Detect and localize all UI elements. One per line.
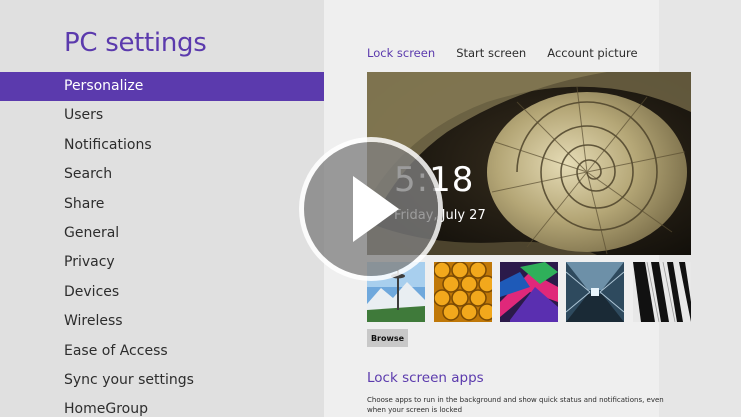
browse-button[interactable]: Browse xyxy=(367,329,408,347)
nav-item-general[interactable]: General xyxy=(0,219,324,248)
tab-account-picture[interactable]: Account picture xyxy=(547,46,637,60)
tab-start-screen[interactable]: Start screen xyxy=(456,46,526,60)
tab-bar: Lock screen Start screen Account picture xyxy=(367,42,654,61)
thumbnail-light-tunnel[interactable] xyxy=(566,262,624,322)
app-title: PC settings xyxy=(64,28,207,58)
nav-item-notifications[interactable]: Notifications xyxy=(0,131,324,160)
nav-item-share[interactable]: Share xyxy=(0,190,324,219)
tab-lock-screen[interactable]: Lock screen xyxy=(367,46,435,60)
play-icon xyxy=(353,176,399,242)
thumbnail-honeycomb[interactable] xyxy=(434,262,492,322)
thumbnail-color-ribbons[interactable] xyxy=(500,262,558,322)
nav-list: Personalize Users Notifications Search S… xyxy=(0,72,324,417)
nav-item-users[interactable]: Users xyxy=(0,101,324,130)
lock-image-thumbnails xyxy=(367,262,692,322)
thumbnail-piano-keys[interactable] xyxy=(633,262,691,322)
lock-screen-apps-heading: Lock screen apps xyxy=(367,370,484,386)
nav-item-homegroup[interactable]: HomeGroup xyxy=(0,395,324,417)
lock-screen-apps-description: Choose apps to run in the background and… xyxy=(367,396,664,414)
nav-item-ease-of-access[interactable]: Ease of Access xyxy=(0,337,324,366)
video-play-button[interactable] xyxy=(304,142,438,276)
nav-item-privacy[interactable]: Privacy xyxy=(0,248,324,277)
nav-item-sync-settings[interactable]: Sync your settings xyxy=(0,366,324,395)
navigation-pane: PC settings Personalize Users Notificati… xyxy=(0,0,324,417)
nav-item-personalize[interactable]: Personalize xyxy=(0,72,324,102)
nav-item-search[interactable]: Search xyxy=(0,160,324,189)
nav-item-devices[interactable]: Devices xyxy=(0,278,324,307)
nav-item-wireless[interactable]: Wireless xyxy=(0,307,324,336)
settings-window: PC settings Personalize Users Notificati… xyxy=(0,0,741,417)
